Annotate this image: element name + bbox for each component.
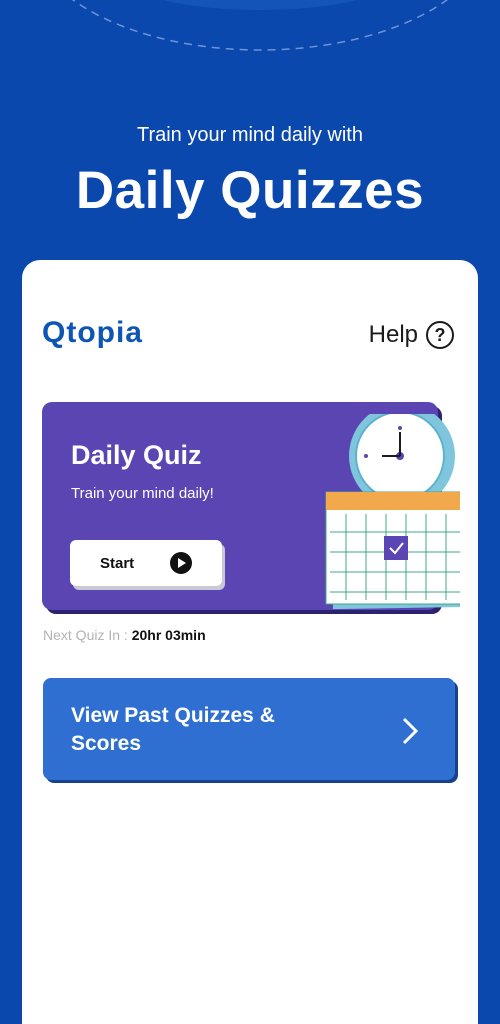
clock-calendar-icon [325, 414, 460, 610]
main-card: Qtopia Help ? Daily Quiz Train your mind… [22, 260, 478, 1024]
daily-quiz-title: Daily Quiz [71, 440, 202, 470]
background-arc-decoration [71, 0, 449, 51]
play-icon [170, 552, 192, 574]
next-quiz-timer: Next Quiz In : 20hr 03min [43, 627, 206, 643]
next-quiz-value: 20hr 03min [131, 627, 206, 643]
hero-title: Daily Quizzes [75, 161, 425, 220]
help-button[interactable]: Help ? [369, 321, 454, 349]
chevron-right-icon [402, 717, 419, 745]
question-circle-icon: ? [426, 321, 454, 349]
qtopia-logo: Qtopia [42, 316, 143, 349]
past-quizzes-label: View Past Quizzes & Scores [71, 704, 275, 755]
view-past-quizzes-button[interactable]: View Past Quizzes & Scores [43, 678, 455, 780]
daily-quiz-subtitle: Train your mind daily! [71, 485, 214, 502]
start-label: Start [100, 554, 135, 572]
next-quiz-label: Next Quiz In : [43, 627, 128, 643]
help-label: Help [368, 321, 418, 348]
start-button[interactable]: Start [70, 540, 222, 586]
hero-subtitle: Train your mind daily with [136, 124, 363, 146]
